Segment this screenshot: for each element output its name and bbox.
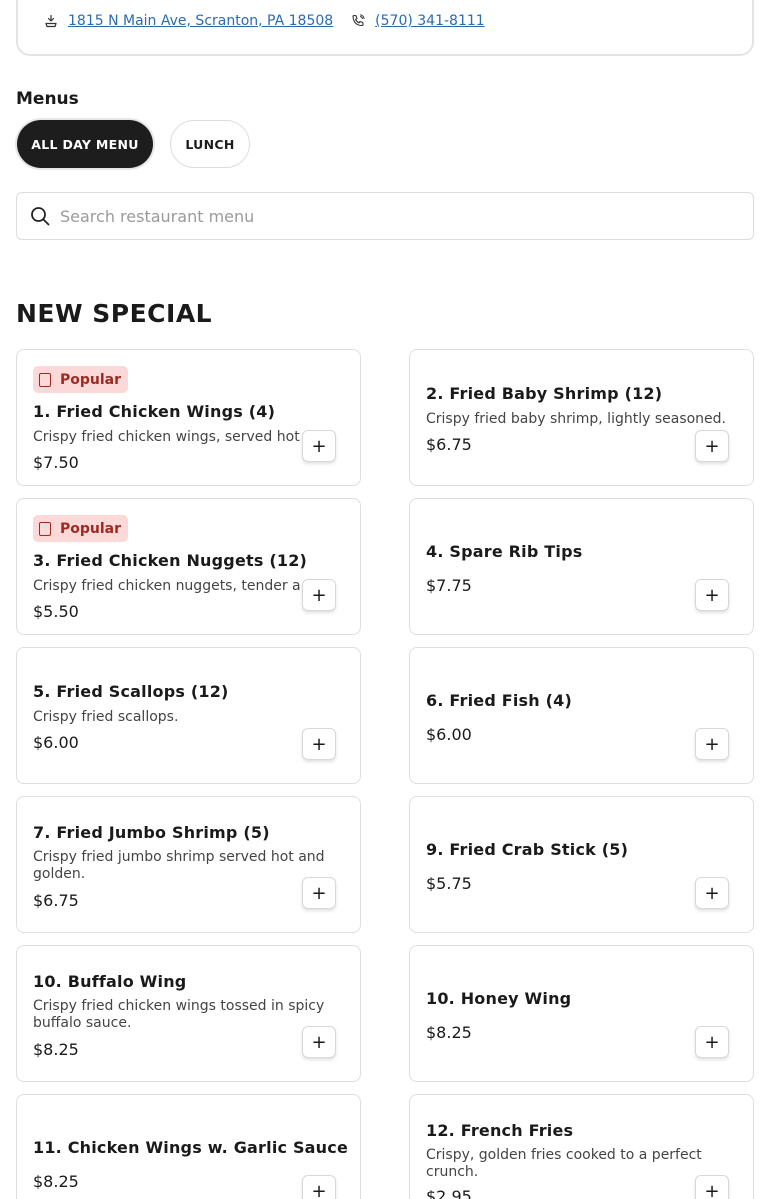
menu-item-card[interactable]: 7. Fried Jumbo Shrimp (5) Crispy fried j…: [16, 796, 361, 933]
search-bar[interactable]: [16, 192, 754, 240]
item-description: Crispy fried scallops.: [33, 709, 179, 725]
menu-item-card[interactable]: Popular 3. Fried Chicken Nuggets (12) Cr…: [16, 498, 361, 635]
item-price: $2.95: [426, 1187, 472, 1199]
item-name: 7. Fried Jumbo Shrimp (5): [33, 823, 270, 842]
item-price: $8.25: [33, 1172, 79, 1191]
add-item-button[interactable]: +: [302, 430, 336, 462]
address-link[interactable]: 1815 N Main Ave, Scranton, PA 18508: [68, 13, 333, 29]
tab-all-day-menu[interactable]: ALL DAY MENU: [17, 120, 153, 168]
menu-item-card[interactable]: 9. Fried Crab Stick (5) $5.75 +: [409, 796, 754, 933]
add-item-button[interactable]: +: [695, 1026, 729, 1058]
menu-item-card[interactable]: 10. Honey Wing $8.25 +: [409, 945, 754, 1082]
item-price: $7.50: [33, 453, 79, 472]
item-name: 10. Buffalo Wing: [33, 972, 187, 991]
item-price: $6.75: [33, 891, 79, 910]
item-price: $5.50: [33, 602, 79, 621]
phone-icon: [351, 14, 365, 28]
item-name: 1. Fried Chicken Wings (4): [33, 402, 276, 421]
add-item-button[interactable]: +: [695, 579, 729, 611]
item-price: $8.25: [426, 1023, 472, 1042]
item-name: 5. Fried Scallops (12): [33, 682, 229, 701]
popular-badge: Popular: [33, 515, 129, 542]
location-icon: [44, 14, 58, 28]
item-name: 10. Honey Wing: [426, 989, 572, 1008]
item-price: $5.75: [426, 874, 472, 893]
item-price: $6.00: [426, 725, 472, 744]
menu-item-card[interactable]: 4. Spare Rib Tips $7.75 +: [409, 498, 754, 635]
add-item-button[interactable]: +: [302, 728, 336, 760]
item-name: 2. Fried Baby Shrimp (12): [426, 384, 663, 403]
item-name: 4. Spare Rib Tips: [426, 542, 583, 561]
item-description: Crispy fried chicken wings tossed in spi…: [33, 998, 325, 1031]
item-description: Crispy fried baby shrimp, lightly season…: [426, 411, 727, 427]
menu-item-card[interactable]: 10. Buffalo Wing Crispy fried chicken wi…: [16, 945, 361, 1082]
item-name: 6. Fried Fish (4): [426, 691, 572, 710]
add-item-button[interactable]: +: [302, 579, 336, 611]
contact-row: 1815 N Main Ave, Scranton, PA 18508 (570…: [44, 13, 485, 29]
tab-lunch[interactable]: LUNCH: [170, 120, 250, 168]
add-item-button[interactable]: +: [302, 1026, 336, 1058]
menu-item-card[interactable]: 2. Fried Baby Shrimp (12) Crispy fried b…: [409, 349, 754, 486]
popular-icon: [39, 372, 51, 387]
item-price: $7.75: [426, 576, 472, 595]
add-item-button[interactable]: +: [695, 1175, 729, 1199]
menus-heading: Menus: [16, 89, 79, 109]
search-input[interactable]: [60, 206, 700, 226]
item-description: Crispy, golden fries cooked to a perfect…: [426, 1147, 702, 1180]
popular-badge: Popular: [33, 366, 129, 393]
item-description: Crispy fried jumbo shrimp served hot and…: [33, 849, 325, 882]
add-item-button[interactable]: +: [695, 728, 729, 760]
menu-item-card[interactable]: 6. Fried Fish (4) $6.00 +: [409, 647, 754, 784]
restaurant-info-card: 1815 N Main Ave, Scranton, PA 18508 (570…: [16, 0, 754, 56]
item-name: 9. Fried Crab Stick (5): [426, 840, 629, 859]
search-icon: [30, 206, 50, 226]
item-name: 12. French Fries: [426, 1121, 574, 1140]
item-description: Crispy fried chicken nuggets, tender a: [33, 578, 301, 594]
menu-item-card[interactable]: Popular 1. Fried Chicken Wings (4) Crisp…: [16, 349, 361, 486]
menu-item-card[interactable]: 12. French Fries Crispy, golden fries co…: [409, 1094, 754, 1199]
menu-item-card[interactable]: 11. Chicken Wings w. Garlic Sauce $8.25 …: [16, 1094, 361, 1199]
phone-link[interactable]: (570) 341-8111: [375, 13, 485, 29]
menu-item-card[interactable]: 5. Fried Scallops (12) Crispy fried scal…: [16, 647, 361, 784]
item-price: $8.25: [33, 1040, 79, 1059]
item-name: 11. Chicken Wings w. Garlic Sauce: [33, 1138, 349, 1157]
add-item-button[interactable]: +: [302, 877, 336, 909]
item-price: $6.00: [33, 733, 79, 752]
add-item-button[interactable]: +: [695, 877, 729, 909]
popular-icon: [39, 521, 51, 536]
item-price: $6.75: [426, 435, 472, 454]
item-description: Crispy fried chicken wings, served hot: [33, 429, 300, 445]
item-name: 3. Fried Chicken Nuggets (12): [33, 551, 308, 570]
section-title: NEW SPECIAL: [16, 299, 213, 328]
add-item-button[interactable]: +: [695, 430, 729, 462]
add-item-button[interactable]: +: [302, 1175, 336, 1199]
